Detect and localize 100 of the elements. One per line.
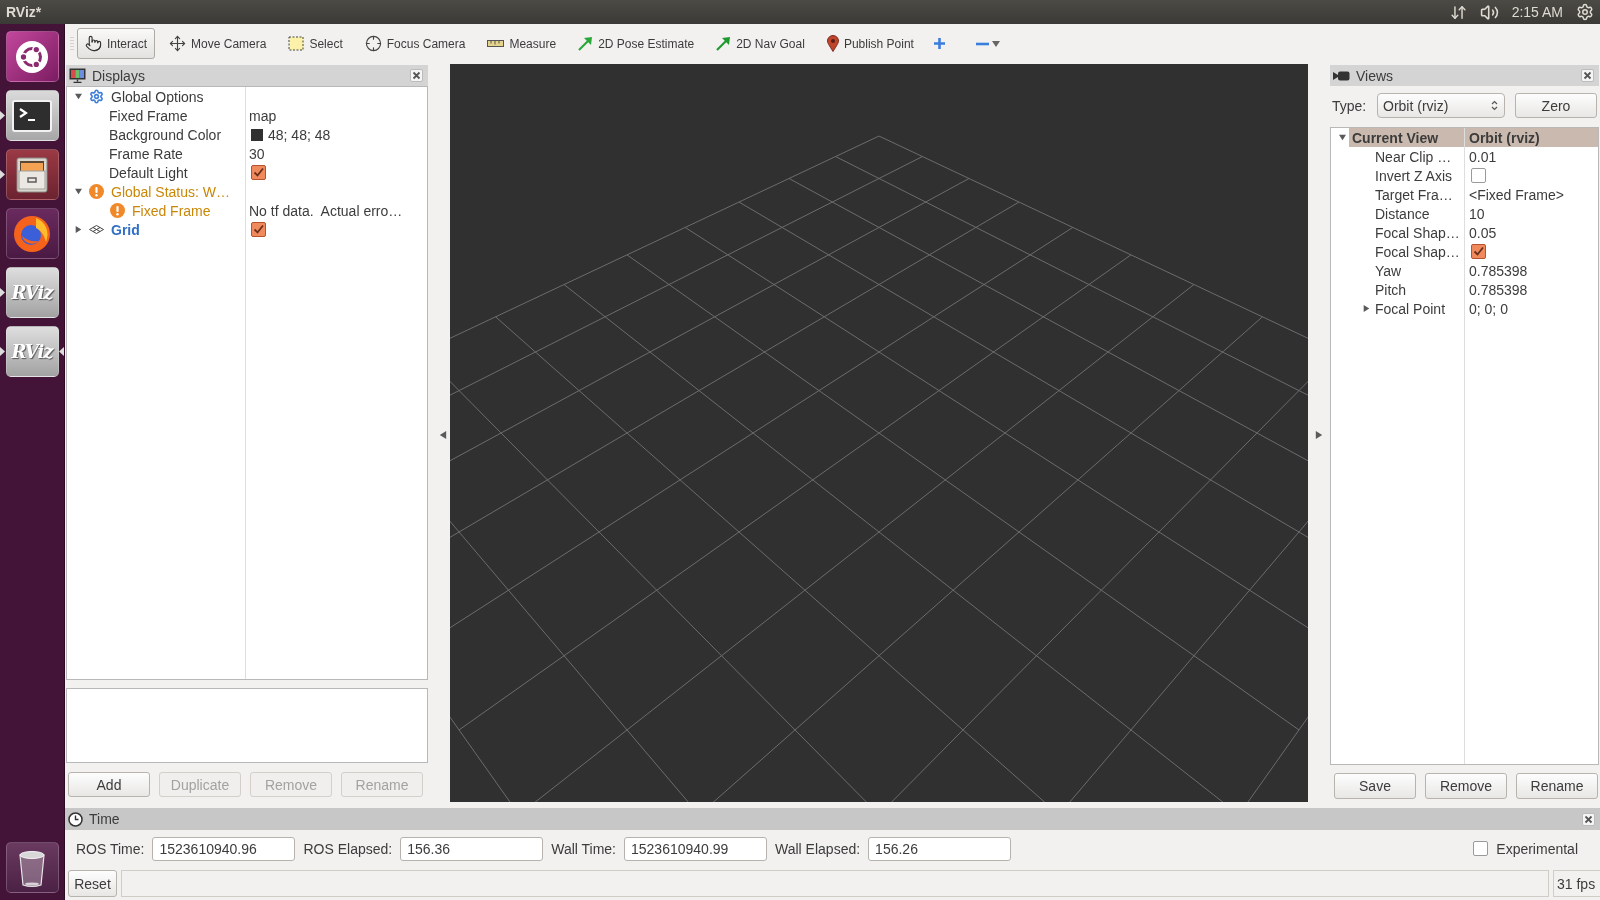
- property-name: Pitch: [1374, 281, 1407, 298]
- property-name: Global Options: [110, 88, 204, 105]
- panel-title: Views: [1356, 67, 1394, 84]
- panel-button[interactable]: Add: [68, 772, 150, 797]
- checkbox[interactable]: [1471, 244, 1486, 259]
- hand-pointer-icon: [85, 35, 102, 52]
- property-name: Focal Shap…: [1374, 243, 1460, 260]
- launcher-button[interactable]: [5, 208, 59, 259]
- caret-right-icon[interactable]: [1362, 305, 1370, 312]
- checkbox[interactable]: [1471, 168, 1486, 183]
- launcher-button[interactable]: [5, 842, 59, 893]
- ruler-icon: [487, 40, 505, 47]
- move-arrows-icon: [169, 35, 187, 52]
- property-name: Distance: [1374, 205, 1430, 222]
- panel-title: Time: [89, 811, 120, 827]
- close-button[interactable]: [1582, 812, 1595, 826]
- field-label: ROS Elapsed:: [303, 840, 393, 857]
- field-label: Wall Time:: [551, 840, 616, 857]
- time-field[interactable]: 156.36: [400, 836, 544, 861]
- circle-logo-icon: [15, 39, 49, 74]
- volume-icon[interactable]: [1479, 2, 1499, 22]
- chevrons-up-down-icon: [1491, 100, 1498, 111]
- caret-right-icon[interactable]: [1315, 431, 1323, 439]
- settings-icon[interactable]: [1576, 3, 1594, 21]
- tool-button[interactable]: 2D Nav Goal: [708, 28, 813, 59]
- time-field[interactable]: 1523610940.96: [152, 836, 296, 861]
- zero-button[interactable]: Zero: [1515, 93, 1597, 118]
- property-value: 0.785398: [1469, 281, 1528, 298]
- close-icon: [1583, 71, 1592, 80]
- video-camera-icon: [1333, 70, 1350, 81]
- panel-button[interactable]: Rename: [1516, 773, 1598, 799]
- clock-icon: [68, 811, 83, 827]
- panel-title: Displays: [92, 67, 145, 84]
- minus-icon: [975, 41, 989, 46]
- caret-down-icon[interactable]: [74, 188, 82, 195]
- tool-button[interactable]: 2D Pose Estimate: [570, 28, 703, 59]
- fps-counter: 31 fps: [1553, 870, 1600, 897]
- caret-left-icon[interactable]: [439, 431, 447, 439]
- field-label: ROS Time:: [76, 840, 145, 857]
- tool-button[interactable]: Interact: [77, 28, 156, 59]
- up-down-arrows-icon[interactable]: [1449, 3, 1467, 21]
- property-value: 0.01: [1469, 148, 1497, 165]
- close-icon: [412, 71, 421, 80]
- property-value: 0.05: [1469, 224, 1497, 241]
- diagonal-arrow-icon: [716, 36, 732, 51]
- close-button[interactable]: [410, 69, 423, 82]
- property-value: 10: [1469, 205, 1485, 222]
- caret-right-icon[interactable]: [74, 226, 82, 233]
- property-value: map: [249, 107, 277, 124]
- dashed-square-icon: [288, 36, 305, 51]
- property-value: 48; 48; 48: [268, 126, 331, 143]
- launcher-button[interactable]: [5, 149, 59, 200]
- caret-down-icon[interactable]: [1338, 134, 1346, 141]
- panel-button[interactable]: Remove: [1425, 773, 1507, 799]
- property-name: Grid: [110, 221, 140, 238]
- checkbox[interactable]: [1473, 841, 1489, 856]
- property-value: <Fixed Frame>: [1469, 186, 1564, 203]
- property-value: Orbit (rviz): [1465, 128, 1598, 147]
- launcher-button[interactable]: [5, 90, 59, 141]
- drawer-icon: [15, 156, 49, 193]
- close-icon: [1584, 814, 1593, 824]
- property-name: Yaw: [1374, 262, 1402, 279]
- tool-button[interactable]: Select: [280, 28, 351, 59]
- checkbox-label: Experimental: [1496, 840, 1578, 857]
- close-button[interactable]: [1581, 69, 1594, 82]
- reset-button[interactable]: Reset: [68, 870, 117, 897]
- field-label: Wall Elapsed:: [775, 840, 861, 857]
- property-name: Frame Rate: [108, 145, 183, 162]
- window-title: RViz*: [6, 4, 42, 20]
- tool-button[interactable]: Publish Point: [818, 28, 922, 59]
- terminal-icon: [12, 99, 52, 132]
- property-value: 30: [249, 145, 265, 162]
- property-name: Fixed Frame: [108, 107, 188, 124]
- panel-button[interactable]: Save: [1334, 773, 1416, 799]
- gear-icon: [88, 89, 104, 104]
- tool-button[interactable]: Focus Camera: [356, 28, 474, 59]
- property-value: 0; 0; 0: [1469, 300, 1508, 317]
- globe-icon: [12, 213, 52, 254]
- launcher-button[interactable]: [5, 31, 59, 82]
- plus-icon: [932, 37, 946, 50]
- property-name: Near Clip …: [1374, 148, 1452, 165]
- caret-down-icon[interactable]: [74, 93, 82, 100]
- property-value: 0.785398: [1469, 262, 1528, 279]
- property-name: Invert Z Axis: [1374, 167, 1453, 184]
- property-name: Global Status: W…: [110, 183, 231, 200]
- property-name: Default Light: [108, 164, 188, 181]
- clock-text[interactable]: 2:15 AM: [1511, 4, 1563, 20]
- map-pin-icon: [826, 35, 839, 52]
- tool-button[interactable]: Move Camera: [161, 28, 275, 59]
- type-select[interactable]: Orbit (rviz): [1377, 93, 1505, 118]
- time-field[interactable]: 1523610940.99: [624, 836, 767, 861]
- crosshair-icon: [364, 35, 382, 52]
- property-name: Current View: [1349, 128, 1464, 147]
- checkbox[interactable]: [251, 165, 266, 180]
- time-field[interactable]: 156.26: [868, 836, 1012, 861]
- monitor-icon: [69, 68, 86, 83]
- checkbox[interactable]: [251, 222, 266, 237]
- property-name: Fixed Frame: [131, 202, 211, 219]
- caret-down-icon: [991, 40, 1000, 47]
- tool-button[interactable]: Measure: [479, 28, 565, 59]
